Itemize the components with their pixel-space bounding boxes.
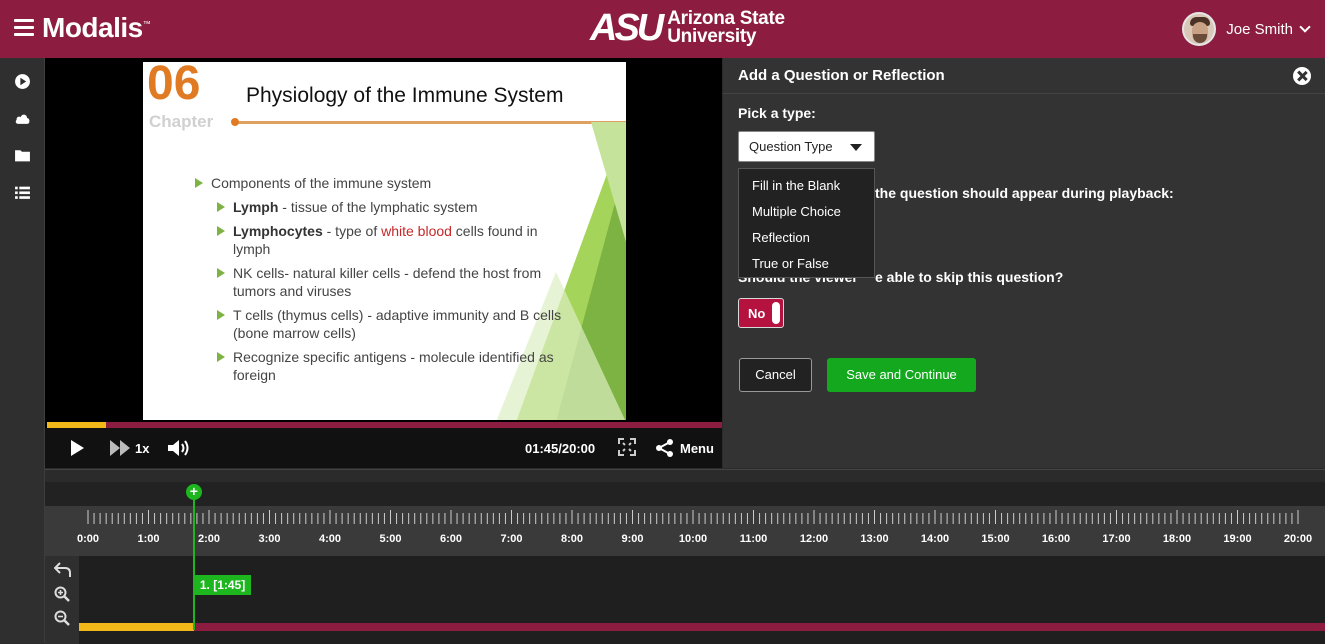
save-and-continue-button[interactable]: Save and Continue [827,358,976,392]
timeline: 0:00 1:00 2:00 3:00 4:00 5:00 6:00 7:00 8:00 9:00… [45,469,1325,644]
video-player[interactable]: 06 Chapter Physiology of the Immune Syst… [45,58,722,468]
pick-type-label: Pick a type: [738,105,816,121]
timeline-progress-bar[interactable] [79,623,1325,631]
user-menu[interactable]: Joe Smith [1182,12,1311,46]
skip-toggle[interactable]: No [738,298,784,328]
timeline-time-label: 2:00 [197,533,221,545]
volume-icon[interactable] [167,438,193,458]
caret-down-icon [850,144,862,151]
add-question-panel: Add a Question or Reflection Pick a type… [723,58,1325,468]
timeline-time-label: 1:00 [137,533,160,545]
timeline-time-label: 10:00 [678,533,708,545]
slide-title: Physiology of the Immune System [246,84,564,107]
bullet-t-cells: T cells (thymus cells) - adaptive immuni… [215,306,563,342]
left-sidebar [0,58,45,643]
rule-dot [231,118,239,126]
zoom-in-icon[interactable] [54,586,70,602]
bullet-antigens: Recognize specific antigens - molecule i… [215,348,563,384]
timeline-ruler[interactable]: 0:00 1:00 2:00 3:00 4:00 5:00 6:00 7:00 8:00 9:00… [45,506,1325,556]
timeline-time-label: 8:00 [560,533,584,545]
timeline-progress-fill [79,623,194,631]
play-circle-icon[interactable] [14,73,31,90]
asu-mark: ASU [590,7,664,49]
cloud-icon[interactable] [14,110,31,127]
timeline-time-label: 7:00 [500,533,523,545]
timeline-time-label: 9:00 [621,533,644,545]
close-icon[interactable] [1293,67,1311,85]
question-marker[interactable]: 1. [1:45] [193,575,252,595]
hamburger-menu-icon[interactable] [14,19,34,37]
bullet-lymphocytes: Lymphocytes - type of white blood cells … [215,222,563,258]
time-display: 01:45/20:00 [525,441,596,456]
timeline-ticks [87,510,1299,524]
timeline-time-label: 11:00 [739,533,768,545]
timeline-time-label: 13:00 [860,533,889,545]
playback-speed[interactable]: 1x [135,441,149,456]
option-reflection[interactable]: Reflection [739,227,874,253]
skip-label-end: e able to skip this question? [875,269,1064,285]
timeline-time-label: 15:00 [981,533,1010,545]
timeline-time-label: 3:00 [258,533,281,545]
player-controls: 1x 01:45/20:00 Menu [45,428,722,468]
timeline-time-label: 6:00 [439,533,463,545]
timeline-tools [45,556,79,644]
timeline-time-label: 0:00 [76,533,100,545]
timeline-time-label: 4:00 [318,533,342,545]
timeline-time-label: 12:00 [799,533,829,545]
share-icon[interactable] [655,438,675,458]
list-icon[interactable] [14,184,31,201]
university-name: Arizona State University [667,8,785,47]
timeline-time-label: 16:00 [1041,533,1071,545]
timeline-time-label: 19:00 [1223,533,1252,545]
chapter-number: 06 [147,62,201,110]
folder-icon[interactable] [14,147,31,164]
slide-bullets: Components of the immune system Lymph - … [193,174,563,390]
timeline-header-strip [45,482,1325,506]
option-fill-in-the-blank[interactable]: Fill in the Blank [739,175,874,201]
bullet-lymph: Lymph - tissue of the lymphatic system [215,198,563,216]
cancel-button[interactable]: Cancel [739,358,812,392]
university-logo: ASU Arizona State University [590,7,785,49]
fast-forward-icon[interactable] [109,439,133,457]
timeline-time-label: 18:00 [1162,533,1192,545]
play-icon[interactable] [69,439,85,457]
add-question-plus-icon[interactable]: + [185,484,202,500]
user-name: Joe Smith [1226,20,1293,38]
appear-time-label: the question should appear during playba… [875,185,1174,201]
lecture-slide: 06 Chapter Physiology of the Immune Syst… [143,62,626,420]
bullet-nk-cells: NK cells- natural killer cells - defend … [215,264,563,300]
chevron-down-icon [1299,21,1311,33]
undo-icon[interactable] [54,562,72,578]
bullet-main: Components of the immune system [193,174,563,192]
avatar [1182,12,1217,46]
menu-button[interactable]: Menu [680,441,714,456]
zoom-out-icon[interactable] [54,610,70,626]
timeline-time-label: 17:00 [1102,533,1131,545]
timeline-time-label: 20:00 [1283,533,1313,545]
panel-title: Add a Question or Reflection [738,67,945,84]
chapter-label: Chapter [149,112,214,131]
app-header: Modalis™ ASU Arizona State University Jo… [0,0,1325,58]
toggle-knob [772,302,780,324]
panel-header: Add a Question or Reflection [723,58,1325,94]
question-type-select[interactable]: Question Type [738,131,875,162]
brand-logo[interactable]: Modalis™ [42,12,151,44]
timeline-time-label: 5:00 [379,533,402,545]
question-type-dropdown: Fill in the Blank Multiple Choice Reflec… [738,168,875,278]
fullscreen-icon[interactable] [618,438,636,456]
option-multiple-choice[interactable]: Multiple Choice [739,201,874,227]
playhead[interactable] [192,492,195,630]
timeline-time-label: 14:00 [920,533,950,545]
option-true-or-false[interactable]: True or False [739,253,874,279]
